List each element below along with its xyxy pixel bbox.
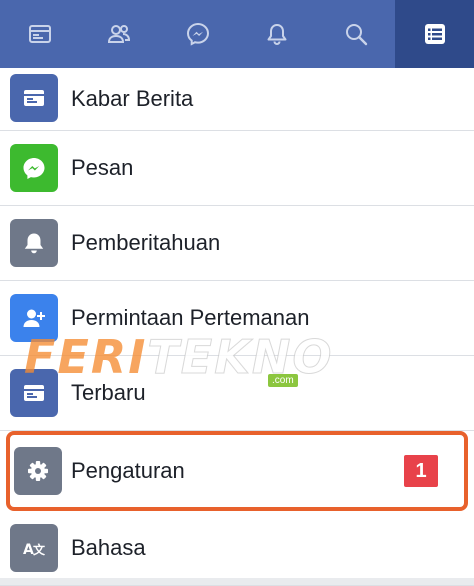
tab-notifications[interactable] (237, 0, 316, 68)
friends-icon (107, 25, 130, 43)
menu-item-friend-requests[interactable]: Permintaan Pertemanan (0, 281, 474, 356)
messenger-icon (186, 22, 209, 46)
menu-item-notifications[interactable]: Pemberitahuan (0, 206, 474, 281)
tab-menu[interactable] (395, 0, 474, 68)
notification-badge: 1 (404, 455, 438, 487)
menu-item-label: Pengaturan (71, 458, 185, 483)
menu-item-label: Terbaru (71, 380, 146, 405)
menu-list-icon (424, 24, 445, 44)
menu-list: Kabar Berita Pesan Pemberitahuan Permint… (0, 68, 474, 586)
menu-item-label: Kabar Berita (71, 86, 194, 111)
gear-icon (14, 447, 62, 495)
menu-item-label: Pesan (71, 155, 134, 180)
messenger-icon (10, 144, 58, 192)
list-bottom-divider (0, 578, 474, 585)
menu-item-messages[interactable]: Pesan (0, 131, 474, 206)
tab-news-feed[interactable] (0, 0, 79, 68)
menu-item-language[interactable]: A 文 Bahasa (0, 511, 474, 586)
news-feed-icon (28, 25, 51, 43)
add-friend-icon (10, 294, 58, 342)
tab-search[interactable] (316, 0, 395, 68)
bell-icon (267, 24, 286, 45)
tab-messenger[interactable] (158, 0, 237, 68)
news-feed-icon (10, 369, 58, 417)
menu-item-recent[interactable]: Terbaru (0, 356, 474, 431)
menu-item-label: Bahasa (71, 535, 146, 560)
search-icon (345, 24, 367, 46)
menu-item-label: Pemberitahuan (71, 230, 221, 255)
svg-text:文: 文 (33, 542, 46, 557)
news-feed-icon (10, 74, 58, 122)
tab-friends[interactable] (79, 0, 158, 68)
bell-icon (10, 219, 58, 267)
language-icon: A 文 (10, 524, 58, 572)
top-navigation-bar (0, 0, 474, 68)
menu-item-label: Permintaan Pertemanan (71, 305, 310, 330)
menu-item-settings[interactable]: Pengaturan 1 (6, 431, 468, 511)
menu-item-news-feed[interactable]: Kabar Berita (0, 68, 474, 131)
